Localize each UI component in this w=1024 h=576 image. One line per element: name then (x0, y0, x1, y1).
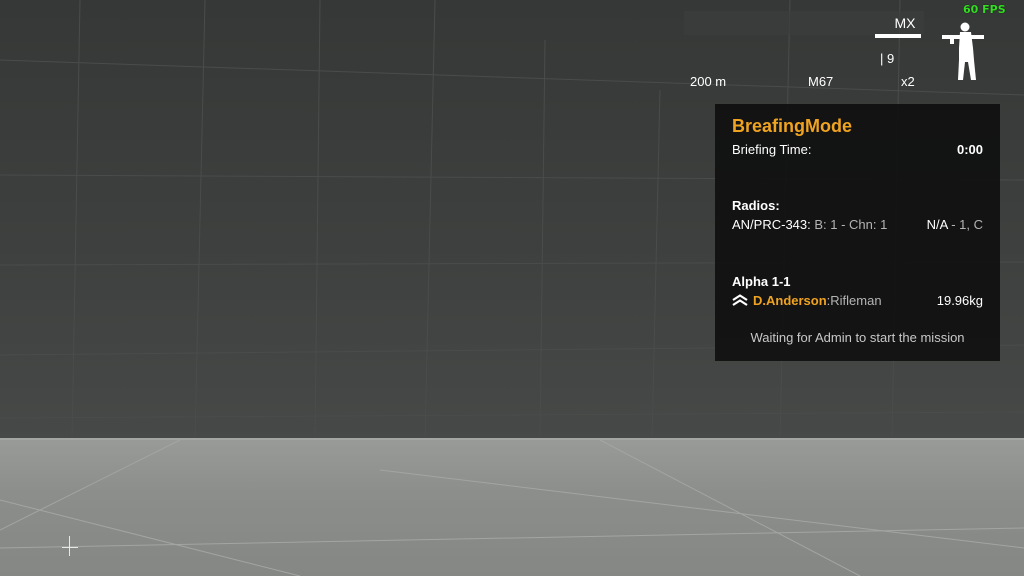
zoom-level: x2 (901, 74, 915, 89)
briefing-panel: BreafingMode Briefing Time: 0:00 Radios:… (715, 104, 1000, 361)
squad-name: Alpha 1-1 (732, 274, 791, 289)
rank-chevron-icon (732, 294, 748, 306)
player-name: D.Anderson (753, 293, 827, 308)
briefing-time-row: Briefing Time: 0:00 (732, 141, 983, 159)
radio-status: N/A (926, 217, 948, 232)
radio-row: AN/PRC-343: B: 1 - Chn: 1 N/A - 1, C (732, 216, 983, 234)
standing-soldier-icon (942, 22, 984, 80)
panel-title: BreafingMode (732, 116, 853, 136)
radio-status-group: N/A - 1, C (927, 216, 983, 234)
radio-status-detail: - 1, C (947, 217, 983, 232)
radios-heading-row: Radios: (732, 197, 983, 215)
player-row: D.Anderson:Rifleman 19.96kg (732, 292, 983, 310)
briefing-time-value: 0:00 (956, 142, 983, 157)
player-role: :Rifleman (826, 293, 882, 308)
fps-counter: 60 FPS (963, 3, 1006, 16)
weapon-name: MX (894, 15, 916, 31)
briefing-time-label: Briefing Time: (732, 142, 812, 157)
grenade-type: M67 (808, 74, 834, 89)
radios-heading: Radios: (732, 198, 780, 213)
waiting-message: Waiting for Admin to start the mission (750, 330, 965, 345)
player-weight: 19.96kg (936, 293, 983, 308)
radio-name: AN/PRC-343: (732, 217, 811, 232)
zeroing-distance: 200 m (690, 74, 727, 89)
ammo-count: | 9 (880, 51, 895, 66)
radio-detail: B: 1 - Chn: 1 (810, 217, 888, 232)
crosshair-icon (62, 536, 78, 556)
weapon-selected-indicator (875, 34, 921, 38)
squad-row: Alpha 1-1 (732, 273, 983, 291)
